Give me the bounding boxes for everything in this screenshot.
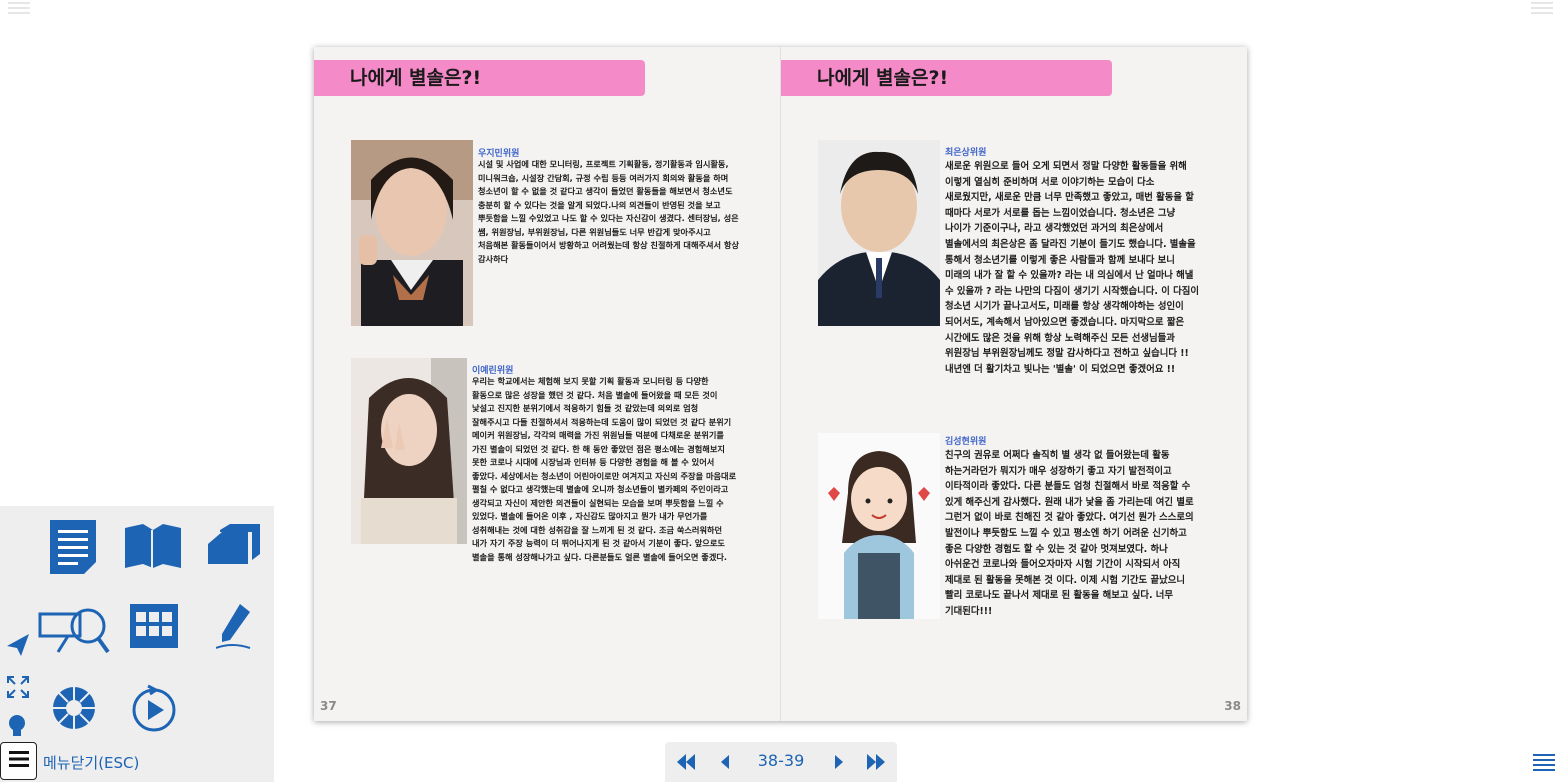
entry-text: 우리는 학교에서는 체험해 보지 못할 기획 활동과 모니터링 등 다양한 활동… bbox=[472, 376, 737, 562]
book-open-icon[interactable] bbox=[125, 524, 181, 568]
page-banner-title: 나에게 별솔은?! bbox=[314, 60, 645, 96]
page-38: 나에게 별솔은?! 최은상위원 새로운 위원으로 들어 오게 되면서 정말 다양… bbox=[780, 47, 1247, 721]
table-of-contents-icon[interactable] bbox=[1533, 752, 1555, 772]
next-page-icon[interactable] bbox=[827, 752, 849, 772]
first-page-icon[interactable] bbox=[675, 752, 697, 772]
page-navigation-bar: 38-39 bbox=[665, 742, 897, 782]
toolbar-menu-panel bbox=[0, 506, 274, 782]
top-left-menu-icon[interactable] bbox=[8, 0, 30, 18]
page-banner-title: 나에게 별솔은?! bbox=[781, 60, 1112, 96]
member-photo-uzimin bbox=[351, 140, 473, 326]
document-icon[interactable] bbox=[50, 520, 96, 574]
page-indicator[interactable]: 38-39 bbox=[751, 751, 811, 770]
zoom-icon[interactable] bbox=[38, 606, 110, 654]
lightbulb-icon[interactable] bbox=[7, 714, 27, 742]
member-photo-yerin bbox=[351, 358, 467, 544]
menu-close-button[interactable] bbox=[0, 742, 37, 780]
page-number: 38 bbox=[1224, 699, 1241, 713]
page-37: 나에게 별솔은?! 우지민위원 시설 및 사업에 대한 모니터링, 프로젝트 기… bbox=[314, 47, 780, 721]
previous-page-icon[interactable] bbox=[715, 752, 737, 772]
fullscreen-icon[interactable] bbox=[7, 676, 29, 702]
thumbnail-grid-icon[interactable] bbox=[130, 604, 178, 648]
flipbook-spread[interactable]: 나에게 별솔은?! 우지민위원 시설 및 사업에 대한 모니터링, 프로젝트 기… bbox=[314, 47, 1247, 721]
member-photo-choi bbox=[818, 140, 940, 326]
entry-text: 친구의 권유로 어쩌다 솔직히 별 생각 없 들어왔는데 활동 하는거라던가 뭐… bbox=[945, 450, 1194, 617]
play-icon[interactable] bbox=[130, 684, 178, 732]
pen-icon[interactable] bbox=[216, 604, 252, 650]
entry-text: 새로운 위원으로 들어 오게 되면서 정말 다양한 활동들을 위해 이렇게 열심… bbox=[945, 161, 1200, 375]
page-number: 37 bbox=[320, 699, 337, 713]
send-icon[interactable] bbox=[7, 634, 29, 660]
top-right-menu-icon[interactable] bbox=[1531, 0, 1553, 18]
hamburger-icon bbox=[8, 750, 29, 772]
entry-name: 최은상위원 bbox=[945, 148, 987, 158]
camera-shutter-icon[interactable] bbox=[52, 686, 96, 730]
menu-close-label[interactable]: 메뉴닫기(ESC) bbox=[43, 752, 139, 773]
entry-text: 시설 및 사업에 대한 모니터링, 프로젝트 기획활동, 정기활동과 임시활동,… bbox=[478, 159, 739, 264]
last-page-icon[interactable] bbox=[865, 752, 887, 772]
pages-icon[interactable] bbox=[208, 524, 260, 568]
member-illustration-kim bbox=[818, 433, 940, 619]
entry-name: 김성현위원 bbox=[945, 437, 987, 447]
